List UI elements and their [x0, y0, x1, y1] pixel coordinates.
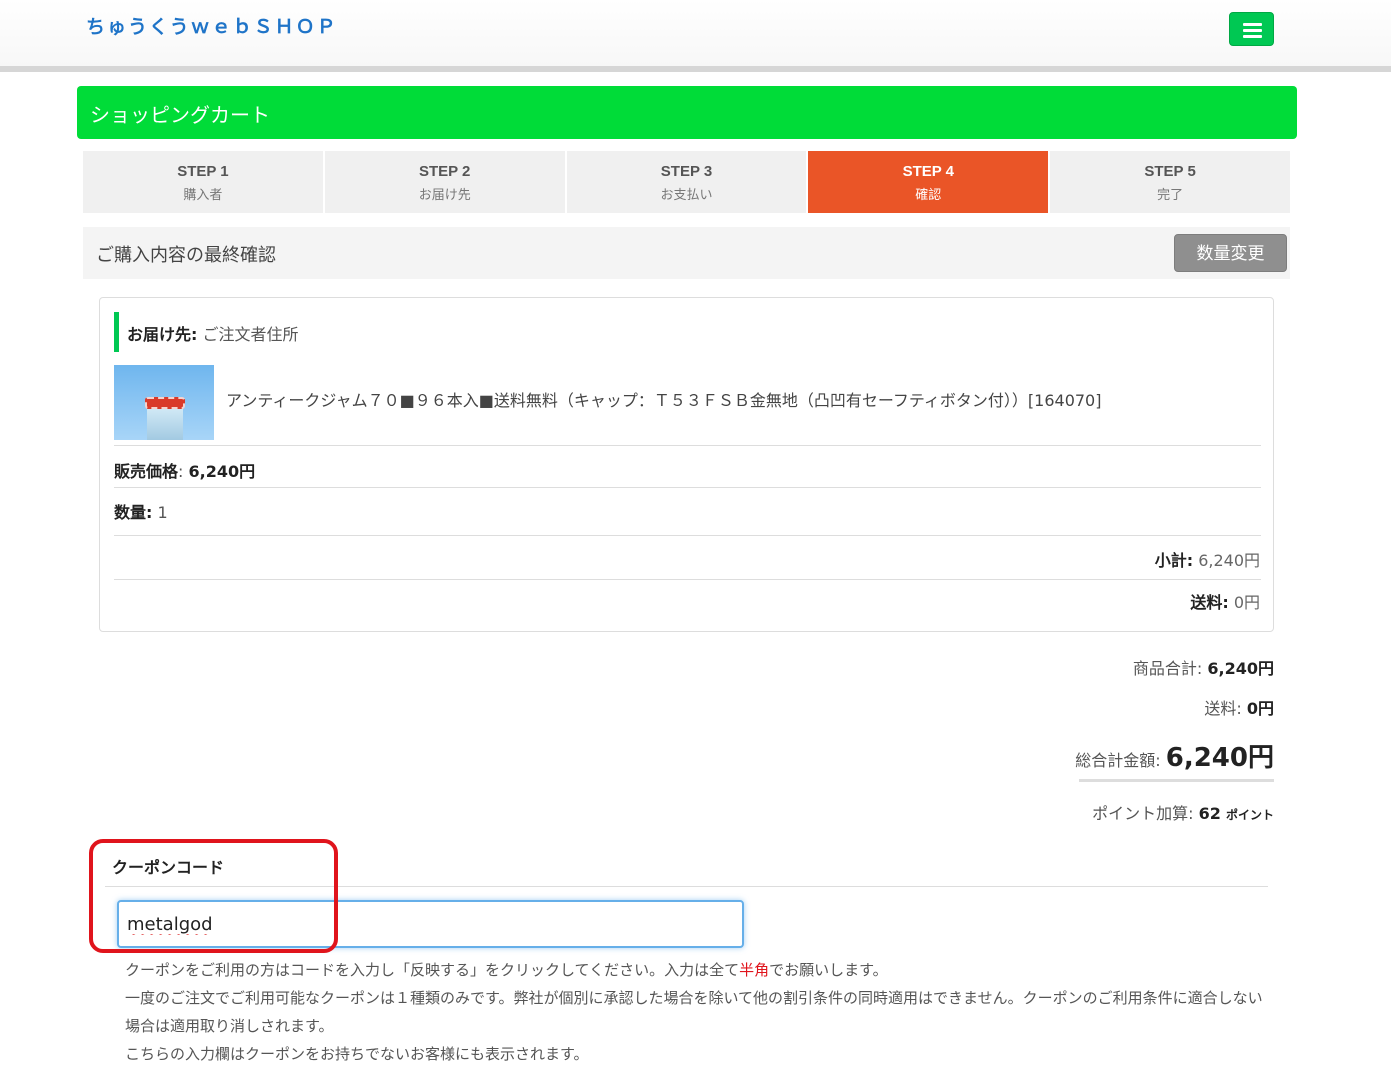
step-label: 確認	[915, 188, 942, 203]
page-title: ショッピングカート	[90, 103, 270, 127]
points-label: ポイント加算:	[1092, 804, 1194, 823]
shipping-total-row: 送料: 0円	[1204, 695, 1274, 719]
step-number: STEP 5	[1144, 163, 1196, 180]
shipping-total-value: 0円	[1246, 699, 1274, 718]
grand-total-row: 総合計金額: 6,240円	[1075, 737, 1274, 774]
grand-total-label: 総合計金額:	[1075, 751, 1161, 770]
final-confirm-title: ご購入内容の最終確認	[96, 245, 276, 266]
coupon-note-text: クーポンをご利用の方はコードを入力し「反映する」をクリックしてください。入力は全…	[125, 961, 740, 979]
hamburger-menu-icon[interactable]	[1229, 12, 1274, 46]
grand-total-value: 6,240円	[1165, 743, 1274, 773]
points-value: 62	[1198, 804, 1221, 823]
final-confirm-bar: ご購入内容の最終確認 数量変更	[83, 227, 1290, 279]
step-5: STEP 5 完了	[1050, 151, 1290, 213]
step-4-active: STEP 4 確認	[808, 151, 1051, 213]
step-number: STEP 1	[177, 163, 229, 180]
step-2: STEP 2 お届け先	[324, 151, 567, 213]
items-total-value: 6,240円	[1207, 659, 1274, 678]
items-total-label: 商品合計:	[1132, 659, 1203, 678]
coupon-note-2: 一度のご注文でご利用可能なクーポンは１種類のみです。弊社が個別に承認した場合を除…	[125, 989, 1263, 1035]
step-number: STEP 4	[902, 163, 954, 180]
item-shipping-label: 送料:	[1190, 593, 1229, 612]
shipping-total-label: 送料:	[1204, 699, 1242, 718]
coupon-note-1: クーポンをご利用の方はコードを入力し「反映する」をクリックしてください。入力は全…	[125, 956, 1265, 984]
coupon-note-highlight: 半角	[739, 961, 770, 979]
divider	[114, 487, 1261, 488]
coupon-title: クーポンコード	[112, 858, 225, 877]
price-colon: :	[178, 462, 189, 481]
price-label: 販売価格	[114, 462, 179, 481]
step-label: お支払い	[660, 188, 713, 203]
price-row: 販売価格: 6,240円	[114, 458, 255, 482]
product-name: アンティークジャム７０■９６本入■送料無料（キャップ：Ｔ５３ＦＳＢ金無地（凸凹有…	[226, 391, 1102, 410]
subtotal-label: 小計:	[1154, 551, 1194, 570]
product-thumbnail[interactable]	[114, 365, 214, 440]
grand-total-underline	[1079, 779, 1274, 782]
subtotal-value: 6,240円	[1198, 551, 1260, 570]
divider	[105, 886, 1268, 887]
coupon-code-input[interactable]	[117, 900, 744, 948]
site-logo[interactable]: ちゅうくうｗｅｂＳＨＯＰ	[86, 12, 338, 39]
step-3: STEP 3 お支払い	[566, 151, 809, 213]
step-1: STEP 1 購入者	[83, 151, 325, 213]
step-number: STEP 2	[418, 163, 471, 180]
delivery-label: お届け先:	[127, 325, 198, 344]
points-unit: ポイント	[1225, 808, 1274, 822]
page-title-bar: ショッピングカート	[77, 86, 1297, 139]
step-label: お届け先	[418, 188, 471, 203]
step-label: 完了	[1157, 188, 1184, 203]
price-value: 6,240円	[188, 462, 256, 481]
items-total-row: 商品合計: 6,240円	[1133, 655, 1274, 679]
delivery-info: お届け先: ご注文者住所	[114, 312, 299, 352]
step-label: 購入者	[183, 188, 223, 203]
quantity-value: 1	[157, 503, 168, 522]
site-header: ちゅうくうｗｅｂＳＨＯＰ	[0, 0, 1391, 72]
quantity-label: 数量:	[114, 503, 153, 522]
checkout-steps: STEP 1 購入者 STEP 2 お届け先 STEP 3 お支払い STEP …	[83, 151, 1290, 213]
step-number: STEP 3	[660, 163, 713, 180]
points-row: ポイント加算: 62 ポイント	[1092, 800, 1274, 824]
jar-cap-image	[145, 397, 185, 409]
coupon-note-text: でお願いします。	[769, 961, 888, 979]
coupon-note-3: こちらの入力欄はクーポンをお持ちでないお客様にも表示されます。	[125, 1045, 589, 1063]
subtotal-row: 小計: 6,240円	[1155, 547, 1260, 571]
divider	[114, 535, 1261, 536]
change-quantity-button[interactable]: 数量変更	[1174, 234, 1287, 272]
divider	[114, 579, 1261, 580]
delivery-value: ご注文者住所	[202, 325, 299, 344]
quantity-row: 数量: 1	[114, 499, 168, 523]
coupon-notes: クーポンをご利用の方はコードを入力し「反映する」をクリックしてください。入力は全…	[125, 956, 1265, 1068]
item-shipping-row: 送料: 0円	[1190, 589, 1260, 613]
divider	[114, 445, 1261, 446]
cart-item-panel: お届け先: ご注文者住所 アンティークジャム７０■９６本入■送料無料（キャップ：…	[99, 297, 1274, 632]
item-shipping-value: 0円	[1233, 593, 1260, 612]
